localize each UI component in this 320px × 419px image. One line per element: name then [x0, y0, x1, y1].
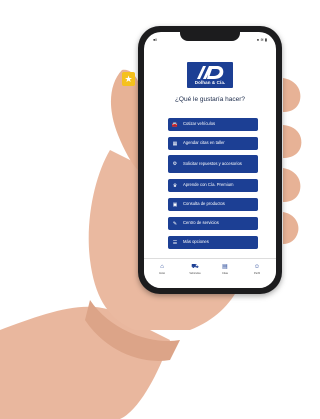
- tab-citas[interactable]: ▤ Citas: [210, 264, 240, 275]
- calendar-icon: ▦: [172, 140, 178, 147]
- tab-label: Inicio: [158, 272, 166, 275]
- calendar-icon: ▤: [222, 264, 228, 270]
- tab-perfil[interactable]: ☺ Perfil: [242, 264, 272, 275]
- signal-icon: ●ll: [153, 37, 158, 42]
- gear-icon: ⚙: [172, 161, 178, 167]
- tab-label: Vehículos: [189, 272, 201, 275]
- tab-label: Perfil: [254, 272, 260, 275]
- tab-vehiculos[interactable]: ⛟ Vehículos: [180, 264, 210, 275]
- star-icon: ★: [124, 74, 133, 84]
- user-icon: ☺: [253, 264, 261, 270]
- menu-item-label: Solicitar repuestos y accesorios: [183, 160, 242, 166]
- menu-item-mas[interactable]: ☰ Más opciones: [168, 236, 258, 249]
- phone-screen: ●ll ● ≋ ▮ Dolhan & Cía. ¿Qué le gustaría…: [144, 32, 276, 288]
- menu-item-productos[interactable]: ▣ Consulta de productos: [168, 198, 258, 211]
- menu-item-premium[interactable]: ♛ Aprende con Cía. Premium: [168, 179, 258, 192]
- trophy-icon: ♛: [172, 182, 178, 189]
- menu-item-repuestos[interactable]: ⚙ Solicitar repuestos y accesorios: [168, 155, 258, 173]
- menu-item-label: Centro de servicios: [183, 220, 219, 226]
- menu-item-label: Más opciones: [183, 239, 209, 245]
- menu-item-agendar[interactable]: ▦ Agendar citas en taller: [168, 137, 258, 150]
- tab-label: Citas: [222, 272, 228, 275]
- menu-item-servicios[interactable]: ✎ Centro de servicios: [168, 217, 258, 230]
- brand-name: Dolhan & Cía.: [194, 80, 226, 85]
- menu-item-label: Aprende con Cía. Premium: [183, 182, 234, 188]
- status-bar: ●ll ● ≋ ▮: [144, 32, 276, 46]
- page-title: ¿Qué le gustaría hacer?: [174, 96, 246, 103]
- box-icon: ▣: [172, 201, 178, 208]
- menu-item-label: Agendar citas en taller: [183, 140, 225, 146]
- wrench-icon: ✎: [172, 220, 178, 227]
- menu-item-cotizar[interactable]: 🚘 Cotizar vehículos: [168, 118, 258, 131]
- tab-bar: ⌂ Inicio ⛟ Vehículos ▤ Citas ☺ Perfil: [144, 258, 276, 288]
- tab-inicio[interactable]: ⌂ Inicio: [147, 264, 177, 275]
- menu-item-label: Consulta de productos: [183, 201, 225, 207]
- car-icon: 🚘: [171, 121, 179, 128]
- home-icon: ⌂: [160, 264, 164, 270]
- favorite-star-button[interactable]: ★: [122, 72, 135, 86]
- phone-device: ●ll ● ≋ ▮ Dolhan & Cía. ¿Qué le gustaría…: [138, 26, 282, 294]
- logo-mark-icon: [197, 66, 224, 79]
- menu-icon: ☰: [172, 239, 178, 246]
- battery-icon: ● ≋ ▮: [256, 37, 267, 42]
- brand-logo: Dolhan & Cía.: [187, 62, 233, 88]
- menu-item-label: Cotizar vehículos: [183, 121, 216, 127]
- car-icon: ⛟: [191, 264, 199, 270]
